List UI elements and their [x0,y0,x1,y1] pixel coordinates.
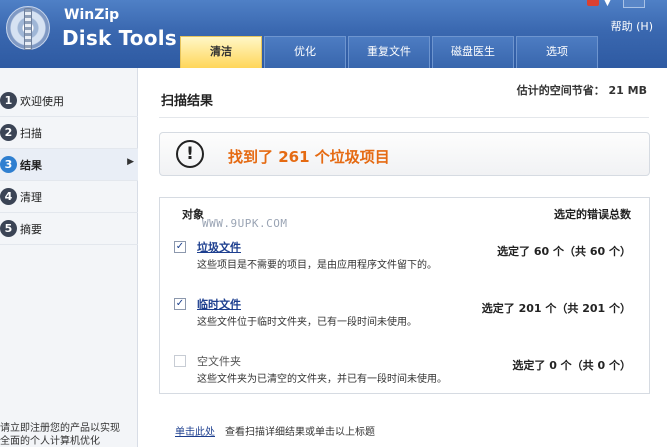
zipper-logo-icon [24,8,32,50]
step-number-badge: 1 [0,92,17,109]
tab-disk-doctor[interactable]: 磁盘医生 [432,36,514,68]
sidebar-item-label: 欢迎使用 [20,95,64,108]
results-table: 对象 选定的错误总数 WWW.9UPK.COM ✓ 垃圾文件 这些项目是不需要的… [159,197,650,394]
checkbox-junk-files[interactable]: ✓ [174,241,186,253]
checkbox-temp-files[interactable]: ✓ [174,298,186,310]
sidebar-item-results[interactable]: 3 结果 ▶ [0,149,138,181]
row-title-link[interactable]: 垃圾文件 [197,239,241,255]
result-row-temp-files: ✓ 临时文件 这些文件位于临时文件夹，已有一段时间未使用。 选定了 201 个（… [160,294,649,334]
sidebar-item-label: 清理 [20,191,42,204]
row-selected-count: 选定了 201 个（共 201 个） [481,302,631,315]
details-hint: 查看扫描详细结果或单击以上标题 [225,427,375,438]
result-row-empty-folders: 空文件夹 这些文件夹为已清空的文件夹，并已有一段时间未使用。 选定了 0 个（共… [160,351,649,391]
row-description: 这些文件夹为已清空的文件夹，并已有一段时间未使用。 [197,374,447,385]
brand-winzip: WinZip [64,7,120,23]
watermark: WWW.9UPK.COM [202,217,288,230]
row-title-link[interactable]: 空文件夹 [197,353,241,369]
row-description: 这些文件位于临时文件夹，已有一段时间未使用。 [197,317,417,328]
tab-duplicate-files[interactable]: 重复文件 [348,36,430,68]
help-menu[interactable]: 帮助 (H) [611,18,653,34]
window-controls: ▼ [587,0,651,10]
checkbox-empty-folders[interactable] [174,355,186,367]
brand-disk-tools: Disk Tools [62,26,177,50]
page-title: 扫描结果 [161,94,214,109]
column-header-object: 对象 [182,208,204,221]
sidebar: 1 欢迎使用 2 扫描 3 结果 ▶ 4 清理 5 摘要 请立即注册您的产品以实… [0,68,138,447]
row-selected-count: 选定了 0 个（共 0 个） [512,359,631,372]
register-prompt-line1: 请立即注册您的产品以实现 [0,423,120,434]
step-number-badge: 5 [0,220,17,237]
sidebar-item-label: 摘要 [20,223,42,236]
tab-options[interactable]: 选项 [516,36,598,68]
tab-optimize[interactable]: 优化 [264,36,346,68]
sidebar-item-summary[interactable]: 5 摘要 [0,213,138,245]
title-bar: WinZip Disk Tools ▼ 帮助 (H) 清洁 优化 重复文件 磁盘… [0,0,667,68]
sidebar-item-label: 结果 [20,159,42,172]
chevron-right-icon: ▶ [127,157,134,167]
minimize-icon[interactable] [623,0,645,8]
space-savings: 估计的空间节省： 21 MB [516,84,647,97]
column-header-total: 选定的错误总数 [554,208,631,221]
exclamation-icon: ! [176,140,204,168]
step-number-badge: 4 [0,188,17,205]
sidebar-item-scan[interactable]: 2 扫描 [0,117,138,149]
row-selected-count: 选定了 60 个（共 60 个） [497,245,631,258]
notice-text: 找到了 261 个垃圾项目 [228,148,390,166]
sidebar-item-label: 扫描 [20,127,42,140]
row-description: 这些项目是不需要的项目，是由应用程序文件留下的。 [197,260,437,271]
result-notice: ! 找到了 261 个垃圾项目 [159,132,650,176]
row-title-link[interactable]: 临时文件 [197,296,241,312]
sidebar-item-welcome[interactable]: 1 欢迎使用 [0,85,138,117]
divider [159,117,649,118]
main-tabs: 清洁 优化 重复文件 磁盘医生 选项 [180,36,610,68]
tab-clean[interactable]: 清洁 [180,36,262,68]
details-link[interactable]: 单击此处 [175,423,215,438]
dropdown-arrow-icon[interactable]: ▼ [604,0,611,8]
main-panel: 扫描结果 估计的空间节省： 21 MB ! 找到了 261 个垃圾项目 对象 选… [139,68,667,447]
register-prompt-line2: 全面的个人计算机优化 [0,436,100,447]
register-prompt[interactable]: 请立即注册您的产品以实现 全面的个人计算机优化 [0,422,138,447]
result-row-junk-files: ✓ 垃圾文件 这些项目是不需要的项目，是由应用程序文件留下的。 选定了 60 个… [160,237,649,277]
step-number-badge: 3 [0,156,17,173]
close-icon[interactable] [587,0,599,6]
sidebar-item-clean[interactable]: 4 清理 [0,181,138,213]
step-number-badge: 2 [0,124,17,141]
